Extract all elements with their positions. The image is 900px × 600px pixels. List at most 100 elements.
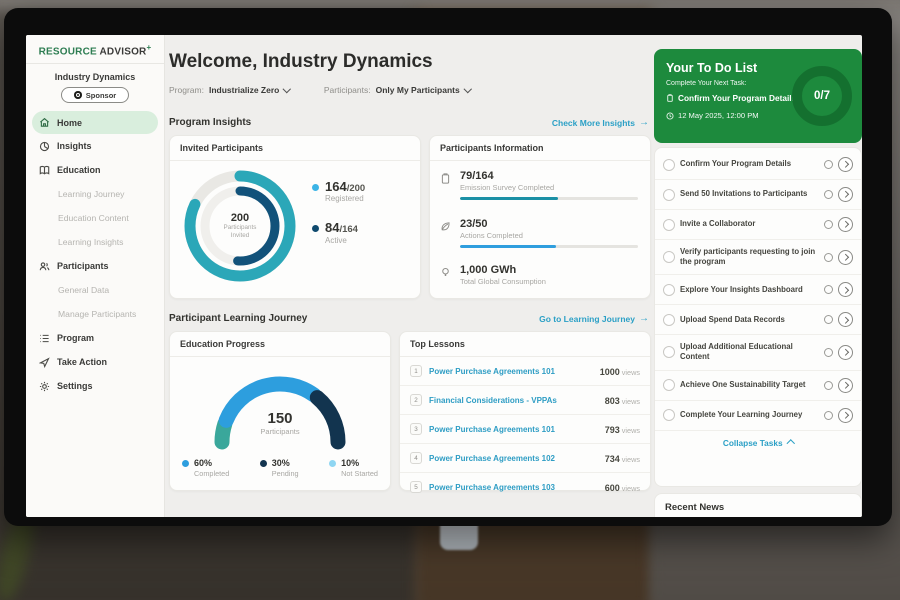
- task-open-button[interactable]: [838, 378, 853, 393]
- lesson-row: 2 Financial Considerations - VPPAs 803vi…: [400, 386, 650, 415]
- sidebar-item-label: Take Action: [57, 357, 107, 367]
- clock-icon: [824, 285, 833, 294]
- sidebar: RESOURCE ADVISOR+ Industry Dynamics Spon…: [26, 35, 165, 517]
- org-name: Industry Dynamics: [26, 72, 164, 82]
- todo-task-row[interactable]: Achieve One Sustainability Target: [655, 371, 861, 401]
- task-open-button[interactable]: [838, 217, 853, 232]
- program-insights-header: Program Insights Check More Insights →: [169, 117, 649, 128]
- task-checkbox[interactable]: [663, 379, 675, 391]
- participants-dropdown[interactable]: Participants: Only My Participants: [324, 85, 470, 95]
- lesson-link[interactable]: Power Purchase Agreements 101: [429, 425, 598, 434]
- task-checkbox[interactable]: [663, 284, 675, 296]
- monitor-bezel: RESOURCE ADVISOR+ Industry Dynamics Spon…: [4, 8, 892, 526]
- legend-registered: 164/200 Registered: [312, 180, 365, 203]
- sidebar-item-education-content[interactable]: Education Content: [26, 206, 164, 230]
- chevron-down-icon: [283, 85, 291, 93]
- clock-icon: [824, 381, 833, 390]
- filter-bar: Program: Industrialize Zero Participants…: [169, 85, 470, 95]
- list-icon: [39, 333, 50, 344]
- sidebar-item-label: Learning Insights: [58, 237, 123, 247]
- lesson-row: 5 Power Purchase Agreements 103 600views: [400, 473, 650, 501]
- task-checkbox[interactable]: [663, 251, 675, 263]
- stat-actions-completed: 23/50 Actions Completed: [440, 218, 638, 248]
- stat-total-consumption: 1,000 GWh Total Global Consumption: [440, 264, 638, 286]
- legend-dot: [312, 225, 319, 232]
- clock-icon: [824, 220, 833, 229]
- task-open-button[interactable]: [838, 282, 853, 297]
- sponsor-badge-icon: [74, 91, 82, 99]
- legend-dot: [312, 184, 319, 191]
- app-logo: RESOURCE ADVISOR+: [26, 35, 164, 64]
- todo-task-row[interactable]: Verify participants requesting to join t…: [655, 240, 861, 275]
- sidebar-item-take-action[interactable]: Take Action: [26, 350, 164, 374]
- clipboard-icon: [440, 173, 451, 184]
- todo-task-row[interactable]: Send 50 Invitations to Participants: [655, 180, 861, 210]
- sidebar-item-insights[interactable]: Insights: [26, 134, 164, 158]
- task-checkbox[interactable]: [663, 409, 675, 421]
- clock-icon: [824, 253, 833, 262]
- sidebar-item-learning-journey[interactable]: Learning Journey: [26, 182, 164, 206]
- sidebar-item-education[interactable]: Education: [26, 158, 164, 182]
- education-progress-card: Education Progress 150 Participants: [169, 331, 391, 491]
- home-icon: [39, 117, 50, 128]
- todo-task-row[interactable]: Complete Your Learning Journey: [655, 401, 861, 431]
- collapse-tasks-link[interactable]: Collapse Tasks: [655, 431, 861, 450]
- clock-icon: [666, 112, 674, 120]
- todo-task-row[interactable]: Explore Your Insights Dashboard: [655, 275, 861, 305]
- lesson-link[interactable]: Financial Considerations - VPPAs: [429, 396, 598, 405]
- task-checkbox[interactable]: [663, 346, 675, 358]
- todo-task-row[interactable]: Invite a Collaborator: [655, 210, 861, 240]
- program-dropdown[interactable]: Program: Industrialize Zero: [169, 85, 290, 95]
- gauge-legend: 60%Completed 30%Pending 10%Not Started: [182, 458, 378, 478]
- gauge-center-label: 150 Participants: [205, 410, 355, 436]
- lesson-link[interactable]: Power Purchase Agreements 102: [429, 454, 598, 463]
- todo-panel: Your To Do List Complete Your Next Task:…: [654, 35, 862, 517]
- clock-icon: [824, 348, 833, 357]
- task-open-button[interactable]: [838, 408, 853, 423]
- todo-task-row[interactable]: Upload Additional Educational Content: [655, 335, 861, 370]
- photo-scene: RESOURCE ADVISOR+ Industry Dynamics Spon…: [0, 0, 900, 600]
- arrow-right-icon: →: [639, 118, 649, 128]
- sidebar-item-label: Education Content: [58, 213, 129, 223]
- sidebar-item-home[interactable]: Home: [32, 111, 158, 134]
- sidebar-item-program[interactable]: Program: [26, 326, 164, 350]
- sponsor-badge: Sponsor: [61, 87, 129, 103]
- check-more-insights-link[interactable]: Check More Insights →: [552, 118, 649, 128]
- task-checkbox[interactable]: [663, 159, 675, 171]
- sidebar-item-label: General Data: [58, 285, 109, 295]
- sidebar-item-participants[interactable]: Participants: [26, 254, 164, 278]
- task-open-button[interactable]: [838, 312, 853, 327]
- recent-news-card: Recent News: [654, 493, 862, 517]
- task-open-button[interactable]: [838, 157, 853, 172]
- todo-task-row[interactable]: Confirm Your Program Details: [655, 150, 861, 180]
- task-checkbox[interactable]: [663, 219, 675, 231]
- chevron-up-icon: [787, 440, 795, 448]
- todo-progress-ring: 0/7: [792, 66, 852, 126]
- sidebar-item-label: Participants: [57, 261, 109, 271]
- go-to-learning-journey-link[interactable]: Go to Learning Journey →: [539, 314, 649, 324]
- sidebar-item-general-data[interactable]: General Data: [26, 278, 164, 302]
- task-checkbox[interactable]: [663, 314, 675, 326]
- clock-icon: [824, 411, 833, 420]
- lesson-link[interactable]: Power Purchase Agreements 103: [429, 483, 598, 492]
- people-icon: [39, 261, 50, 272]
- task-open-button[interactable]: [838, 187, 853, 202]
- sidebar-item-label: Program: [57, 333, 94, 343]
- todo-task-row[interactable]: Upload Spend Data Records: [655, 305, 861, 335]
- sidebar-nav: Home Insights Education Learning Journey: [26, 111, 164, 398]
- legend-not-started: 10%Not Started: [329, 458, 378, 478]
- sidebar-item-manage-participants[interactable]: Manage Participants: [26, 302, 164, 326]
- sidebar-item-settings[interactable]: Settings: [26, 374, 164, 398]
- lesson-row: 1 Power Purchase Agreements 101 1000view…: [400, 357, 650, 386]
- lesson-link[interactable]: Power Purchase Agreements 101: [429, 367, 593, 376]
- task-open-button[interactable]: [838, 345, 853, 360]
- legend-dot: [260, 460, 267, 467]
- todo-task-list: Confirm Your Program Details Send 50 Inv…: [654, 147, 862, 487]
- lightbulb-icon: [440, 267, 451, 278]
- task-open-button[interactable]: [838, 250, 853, 265]
- clipboard-icon: [666, 94, 674, 102]
- education-gauge-chart: 150 Participants: [205, 364, 355, 452]
- task-checkbox[interactable]: [663, 189, 675, 201]
- arrow-right-icon: →: [639, 314, 649, 324]
- sidebar-item-learning-insights[interactable]: Learning Insights: [26, 230, 164, 254]
